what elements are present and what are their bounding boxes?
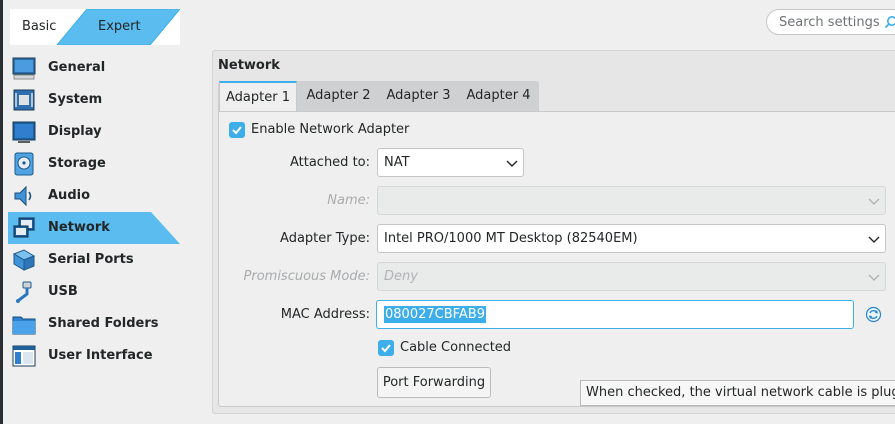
promiscuous-mode-value: Deny [384,269,418,284]
display-icon [12,121,36,143]
tab-adapter-2[interactable]: Adapter 2 [299,81,378,112]
window-edge [0,0,3,424]
sidebar-item-label: Serial Ports [48,252,134,267]
sidebar-item-serial-ports[interactable]: Serial Ports [8,244,183,276]
sidebar-item-label: Storage [48,156,106,171]
audio-icon [14,185,32,207]
serial-ports-icon [12,249,36,271]
sidebar-item-label: User Interface [48,348,153,363]
mac-address-label: MAC Address: [280,307,370,322]
search-placeholder: Search settings [779,15,880,30]
tab-adapter-3[interactable]: Adapter 3 [379,81,458,112]
promiscuous-mode-select: Deny [377,262,886,291]
attached-to-label: Attached to: [289,155,370,170]
sidebar-item-label: USB [48,284,78,299]
port-forwarding-button[interactable]: Port Forwarding [377,367,491,398]
check-icon [381,344,391,353]
shared-folders-icon [12,316,36,335]
cable-connected-tooltip: When checked, the virtual network cable … [580,380,895,406]
search-input[interactable]: Search settings [766,9,895,35]
attached-to-select[interactable]: NAT [377,148,524,177]
name-label: Name: [327,193,370,208]
sidebar-item-label: Network [48,220,110,235]
mode-basic-button[interactable]: Basic [22,19,56,34]
sidebar-item-label: Display [48,124,102,139]
network-icon [13,217,35,238]
tab-adapter-1[interactable]: Adapter 1 [219,81,297,112]
adapter-tabs: Adapter 1 Adapter 2 Adapter 3 Adapter 4 [218,81,539,112]
attached-to-value: NAT [384,155,410,170]
chevron-down-icon [506,160,518,167]
sidebar-item-label: System [48,92,103,107]
adapter-type-value: Intel PRO/1000 MT Desktop (82540EM) [384,231,638,246]
sidebar-item-network[interactable]: Network [8,212,183,244]
adapter-type-select[interactable]: Intel PRO/1000 MT Desktop (82540EM) [377,224,886,253]
mac-address-field[interactable]: 080027CBFAB9 [376,300,854,329]
check-icon [232,126,242,135]
sidebar-item-display[interactable]: Display [8,116,183,148]
search-icon [884,16,895,29]
chevron-down-icon [868,274,880,281]
sidebar-item-system[interactable]: System [8,84,183,116]
cable-connected-checkbox[interactable] [378,340,394,356]
page-title: Network [218,58,280,73]
cable-connected-label[interactable]: Cable Connected [400,340,511,355]
sidebar-item-label: Audio [48,188,91,203]
general-icon [12,57,36,80]
mode-expert-button[interactable]: Expert [98,19,141,34]
sidebar-item-user-interface[interactable]: User Interface [8,340,183,372]
tab-adapter-4[interactable]: Adapter 4 [459,81,538,112]
sidebar-item-label: General [48,60,106,75]
user-interface-icon [12,345,36,367]
enable-adapter-checkbox[interactable] [229,122,245,138]
promiscuous-mode-label: Promiscuous Mode: [243,269,370,284]
sidebar-item-shared-folders[interactable]: Shared Folders [8,308,183,340]
chevron-down-icon [868,198,880,205]
sidebar-item-storage[interactable]: Storage [8,148,183,180]
system-icon [13,89,35,111]
mode-toggle[interactable]: Basic Expert [10,9,180,45]
adapter-type-label: Adapter Type: [280,231,370,246]
refresh-mac-icon[interactable] [865,306,882,323]
settings-sidebar: General System Display Storage Audio Net… [8,52,183,372]
sidebar-item-general[interactable]: General [8,52,183,84]
sidebar-item-audio[interactable]: Audio [8,180,183,212]
usb-icon [16,281,32,303]
sidebar-item-usb[interactable]: USB [8,276,183,308]
name-select [377,186,886,215]
sidebar-item-label: Shared Folders [48,316,159,331]
chevron-down-icon [868,236,880,243]
enable-adapter-label[interactable]: Enable Network Adapter [251,122,409,137]
mac-address-value: 080027CBFAB9 [384,306,486,323]
storage-icon [14,152,34,176]
